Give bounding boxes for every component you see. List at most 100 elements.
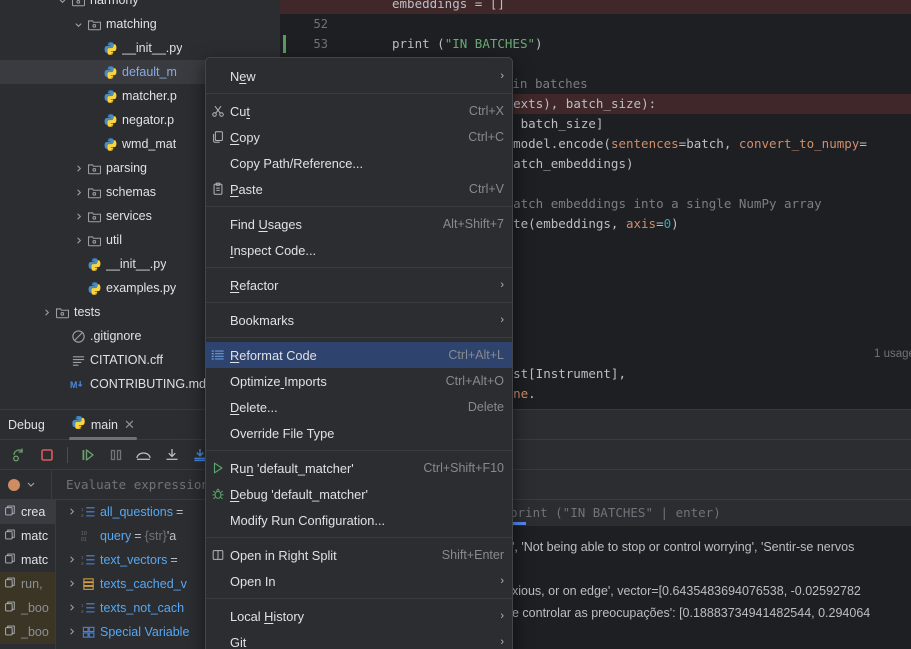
line-number: 52 [313,17,328,31]
frame-row[interactable]: _boo [0,596,55,620]
chevron-right-icon[interactable] [64,555,78,566]
python-icon [71,415,86,435]
close-icon[interactable]: ✕ [124,418,135,431]
frame-row[interactable]: matc [0,548,55,572]
menu-item-inspect-code[interactable]: Inspect Code... [206,237,512,263]
menu-item-run-default-matcher[interactable]: Run 'default_matcher' Ctrl+Shift+F10 [206,455,512,481]
menu-item-open-in-right-split[interactable]: Open in Right Split Shift+Enter [206,542,512,568]
menu-item-paste[interactable]: Paste Ctrl+V [206,176,512,202]
menu-item-label: Find Usages [230,216,302,232]
chevron-right-icon[interactable]: › [490,636,504,648]
chevron-right-icon[interactable] [64,627,78,638]
frame-icon [4,528,17,544]
frame-row[interactable]: _boo [0,620,55,644]
menu-item-label: Run 'default_matcher' [230,460,354,476]
thread-status-icon [8,478,20,491]
menu-item-copy[interactable]: Copy Ctrl+C [206,124,512,150]
menu-item-shortcut: Ctrl+Shift+F10 [423,461,504,475]
tree-item-label: .gitignore [90,329,142,343]
usage-count[interactable]: 1 usage [874,348,911,360]
tree-item-matching[interactable]: matching [0,12,280,36]
cut-icon [206,104,230,118]
step-over-icon[interactable] [131,443,157,467]
chevron-right-icon[interactable] [72,234,84,246]
run-icon [206,461,230,475]
svg-text:10: 10 [81,531,87,537]
frame-row[interactable]: run, [0,572,55,596]
frame-row[interactable]: crea [0,500,55,524]
menu-item-label: Refactor [230,277,279,293]
resume-icon[interactable] [75,443,101,467]
menu-item-find-usages[interactable]: Find Usages Alt+Shift+7 [206,211,512,237]
dict-icon [80,577,96,591]
step-into-icon[interactable] [159,443,185,467]
menu-item-reformat-code[interactable]: Reformat Code Ctrl+Alt+L [206,342,512,368]
frame-selector[interactable] [0,469,52,500]
chevron-right-icon[interactable] [64,507,78,518]
menu-item-refactor[interactable]: Refactor › [206,272,512,298]
menu-item-override-file-type[interactable]: Override File Type [206,420,512,446]
chevron-right-icon[interactable]: › [490,279,504,291]
menu-item-shortcut: Ctrl+V [468,182,504,196]
frame-row[interactable]: matc [0,524,55,548]
folder-icon [86,232,102,248]
python-file-icon [102,64,118,80]
tree-item-label: default_m [122,65,177,79]
pause-icon[interactable] [103,443,129,467]
tree-arrow-spacer [72,282,84,294]
chevron-right-icon[interactable] [72,186,84,198]
chevron-down-icon[interactable] [72,18,84,30]
menu-item-modify-run-configuration[interactable]: Modify Run Configuration... [206,507,512,533]
chevron-right-icon[interactable]: › [490,575,504,587]
tree-item-label: harmony [90,0,139,7]
tree-arrow-spacer [88,138,100,150]
svg-text:1: 1 [81,507,84,512]
stop-icon[interactable] [34,443,60,467]
chevron-right-icon[interactable]: › [490,70,504,82]
python-file-icon [102,88,118,104]
menu-item-shortcut: Ctrl+C [468,130,504,144]
chevron-right-icon[interactable] [64,579,78,590]
menu-item-bookmarks[interactable]: Bookmarks › [206,307,512,333]
menu-item-copy-path-reference[interactable]: Copy Path/Reference... [206,150,512,176]
code-vision-hint[interactable]: 1 usage👤 Zairon Jacobs +2 [874,344,911,364]
menu-item-label: Modify Run Configuration... [230,512,386,528]
menu-item-delete[interactable]: Delete... Delete [206,394,512,420]
console-output-line: xious, or on edge', vector=[0.6435483694… [512,584,861,598]
chevron-right-icon[interactable] [72,210,84,222]
chevron-right-icon[interactable] [40,306,52,318]
svg-text:2: 2 [81,609,84,614]
tree-item-label: parsing [106,161,147,175]
console-panel[interactable]: print ("IN BATCHES" | enter) ', 'Not bei… [505,500,911,649]
tree-arrow-spacer [56,330,68,342]
frames-panel[interactable]: crea matc matc run, _boo _boo [0,500,56,649]
frame-label: matc [21,553,49,567]
menu-item-label: Copy [230,129,260,145]
tree-item-label: negator.p [122,113,175,127]
chevron-right-icon[interactable]: › [490,610,504,622]
menu-item-git[interactable]: Git › [206,629,512,649]
chevron-right-icon[interactable] [64,603,78,614]
chevron-down-icon[interactable] [56,0,68,6]
menu-item-new[interactable]: New › [206,63,512,89]
menu-item-open-in[interactable]: Open In › [206,568,512,594]
menu-separator [206,302,512,303]
tree-item-label: util [106,233,122,247]
variable-name: texts_cached_v [100,577,187,591]
menu-item-optimize-imports[interactable]: Optimize Imports Ctrl+Alt+O [206,368,512,394]
tree-item-harmony[interactable]: harmony [0,0,280,12]
rerun-icon[interactable] [6,443,32,467]
menu-item-cut[interactable]: Cut Ctrl+X [206,98,512,124]
menu-item-shortcut: Delete [467,400,504,414]
tree-arrow-spacer [72,258,84,270]
context-menu[interactable]: New › Cut Ctrl+X Copy Ctrl+C Copy Path/Referen… [205,57,513,649]
menu-item-label: Override File Type [230,425,335,441]
menu-item-debug-default-matcher[interactable]: Debug 'default_matcher' [206,481,512,507]
menu-item-local-history[interactable]: Local History › [206,603,512,629]
debug-session-tab[interactable]: main ✕ [65,410,141,440]
chevron-down-icon[interactable] [26,476,36,494]
list-icon: 12 [80,601,96,615]
chevron-right-icon[interactable] [72,162,84,174]
variable-name: text_vectors [100,553,168,567]
chevron-right-icon[interactable]: › [490,314,504,326]
